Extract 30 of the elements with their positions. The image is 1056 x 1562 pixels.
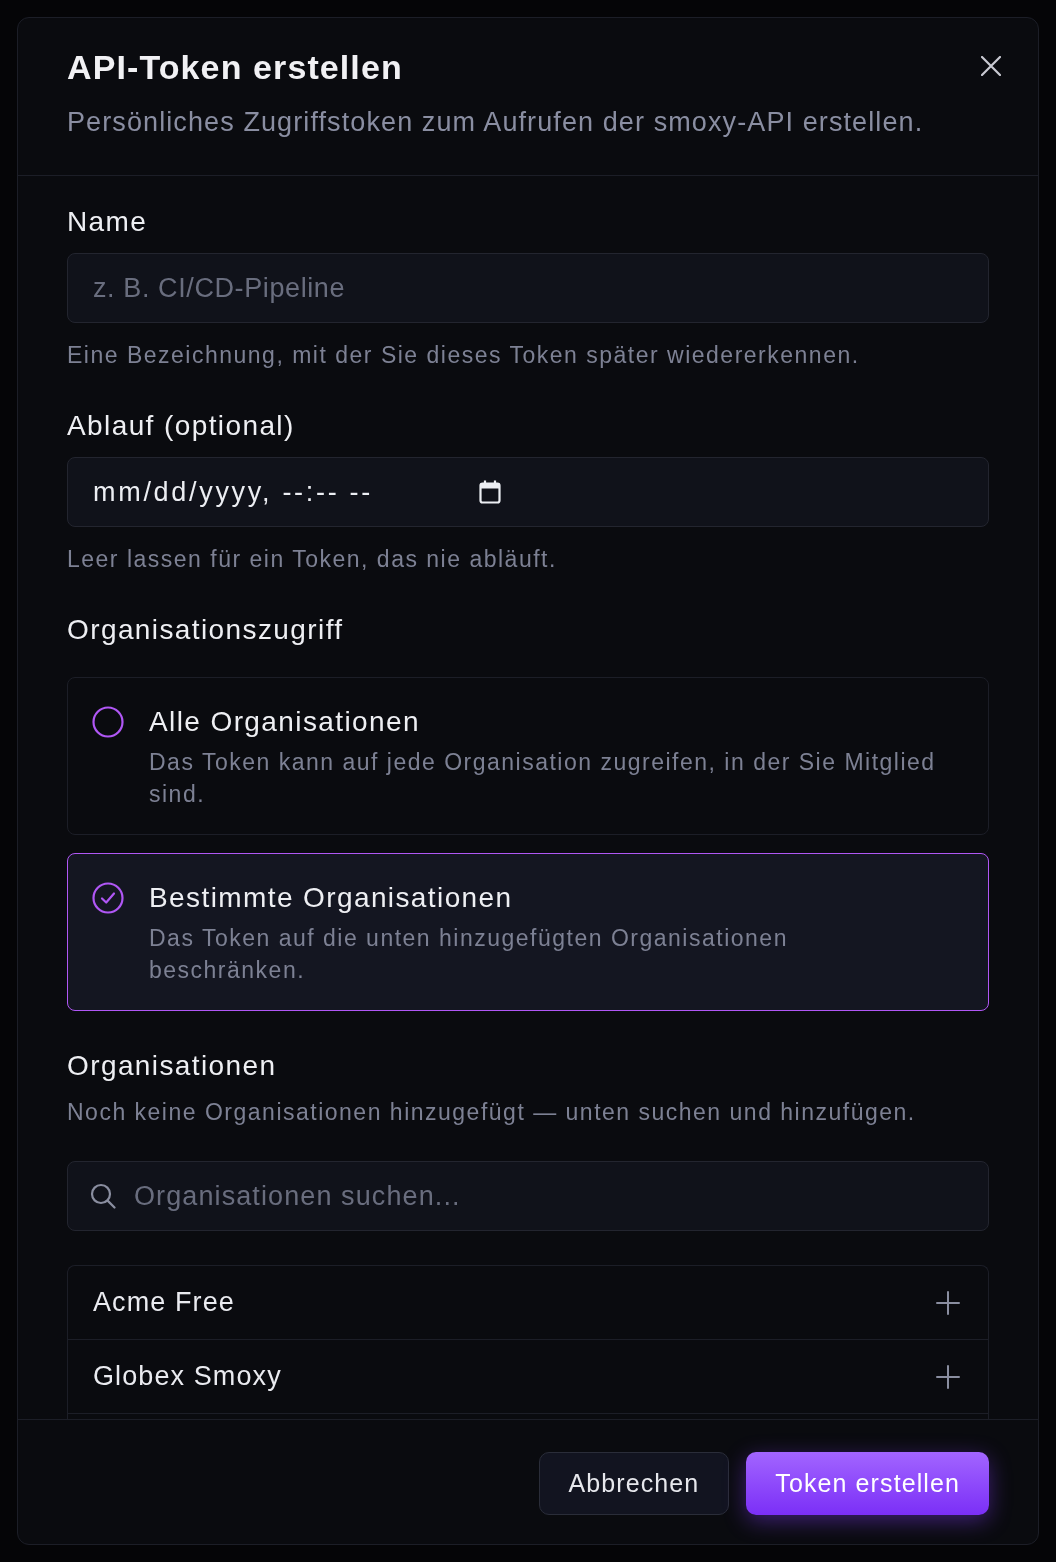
date-time-field[interactable]: mm/dd/yyyy, --:-- --	[67, 457, 989, 527]
section-label: Organisationszugriff	[67, 614, 345, 646]
search-field[interactable]: Organisationen suchen...	[67, 1161, 989, 1231]
option-title: Bestimmte Organisationen	[149, 882, 514, 914]
option-description: Das Token auf die unten hinzugefügten Organisationen beschränken.	[149, 924, 789, 985]
cancel-button[interactable]: Abbrechen	[538, 1452, 730, 1515]
calendar-icon	[479, 480, 501, 504]
section-label: Organisationen	[67, 1050, 278, 1082]
radio-icon	[92, 706, 124, 738]
option-card[interactable]: Alle Organisationen Das Token kann auf jede Organisation zugreifen, in der Sie Mitglied sind.	[67, 677, 989, 835]
name-input[interactable]: z. B. CI/CD-Pipeline	[67, 253, 989, 323]
plus-icon	[936, 1290, 960, 1315]
close-icon	[981, 56, 1001, 76]
field-hint: Eine Bezeichnung, mit der Sie dieses Token später wiedererkennen.	[67, 341, 861, 369]
check-circle-icon	[92, 882, 124, 914]
field-hint: Leer lassen für ein Token, das nie abläuft.	[67, 545, 558, 573]
plus-icon	[936, 1364, 960, 1389]
close-button[interactable]	[981, 56, 1001, 76]
create-token-button[interactable]: Token erstellen	[746, 1452, 989, 1515]
dialog-subtitle: Persönliches Zugriffstoken zum Aufrufen der smoxy-API erstellen.	[67, 106, 925, 139]
organization-row[interactable]: Acme Free	[68, 1266, 988, 1340]
field-label: Ablauf (optional)	[67, 410, 296, 442]
empty-note: Noch keine Organisationen hinzugefügt — unten suchen und hinzufügen.	[67, 1098, 917, 1126]
organization-row[interactable]: Globex Smoxy	[68, 1340, 988, 1414]
option-card[interactable]: Bestimmte Organisationen Das Token auf die unten hinzugefügten Organisationen beschränken.	[67, 853, 989, 1011]
field-label: Name	[67, 206, 149, 238]
search-icon	[90, 1183, 116, 1209]
option-title: Alle Organisationen	[149, 706, 421, 738]
dialog-title: API-Token erstellen	[67, 47, 404, 87]
option-description: Das Token kann auf jede Organisation zugreifen, in der Sie Mitglied sind.	[149, 748, 937, 809]
